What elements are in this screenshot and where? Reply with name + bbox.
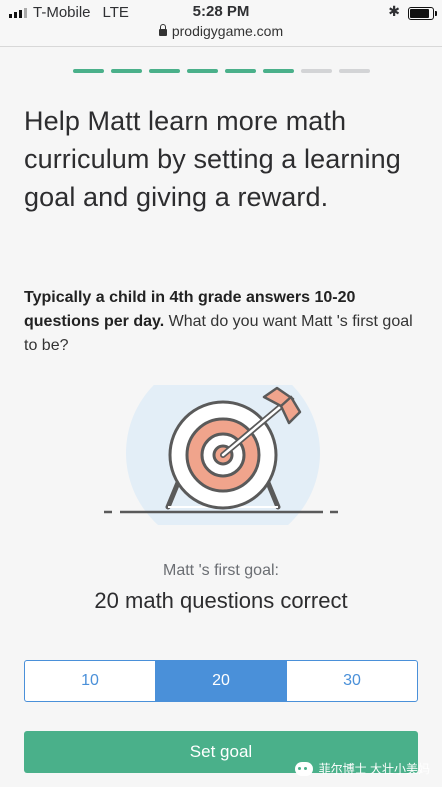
progress-step [73,69,104,73]
wechat-icon [294,761,313,776]
progress-step [111,69,142,73]
progress-step [339,69,370,73]
set-goal-label: Set goal [189,742,253,761]
goal-label: Matt 's first goal: [163,562,279,579]
target-with-arrow-icon [104,385,338,525]
intro-text: Typically a child in 4th grade answers 1… [24,286,424,358]
progress-step [263,69,294,73]
goal-value: 20 math questions correct [94,588,348,613]
goal-options-selector[interactable]: 10 20 30 [24,660,418,702]
lock-icon [158,24,167,36]
watermark: 菲尔博士 大壮小美妈 [294,760,430,777]
progress-step [225,69,256,73]
battery-icon [408,7,437,20]
goal-option-30[interactable]: 30 [286,661,417,701]
goal-option-10[interactable]: 10 [25,661,155,701]
progress-step [301,69,332,73]
progress-step [149,69,180,73]
clock: 5:28 PM [192,3,250,20]
status-bar: T-Mobile LTE 5:28 PM prodigygame.com ✱ [0,0,442,47]
bluetooth-icon: ✱ [388,3,400,19]
progress-step [187,69,218,73]
watermark-text: 菲尔博士 大壮小美妈 [318,762,430,776]
url-text: prodigygame.com [171,23,284,39]
address-bar[interactable]: prodigygame.com [0,23,442,39]
goal-option-20[interactable]: 20 [155,661,286,701]
step-progress [73,69,370,73]
page-title: Help Matt learn more math curriculum by … [24,106,401,212]
